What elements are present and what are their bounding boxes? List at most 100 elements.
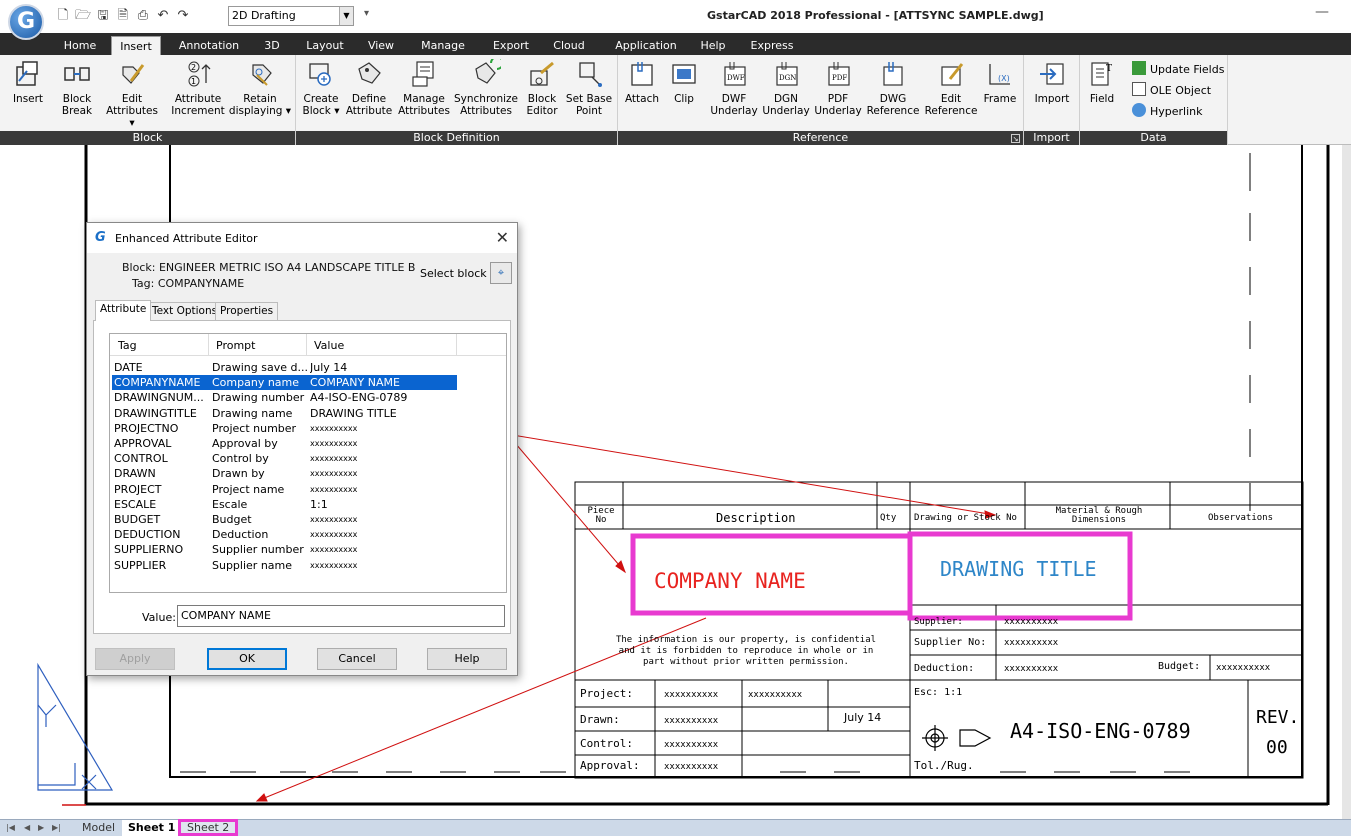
tab-insert[interactable]: Insert <box>111 36 161 55</box>
attribute-row[interactable]: PROJECT Project name xxxxxxxxxx <box>112 482 457 497</box>
retain-displaying-label-2: displaying <box>228 105 283 117</box>
tab-help[interactable]: Help <box>693 36 733 55</box>
apply-button[interactable]: Apply <box>95 648 175 670</box>
column-separator[interactable] <box>306 334 307 355</box>
prev-sheet-icon[interactable]: ◀ <box>24 823 30 832</box>
import-group: Import Import <box>1024 55 1080 145</box>
tag-name-label: Tag: COMPANYNAME <box>132 277 245 290</box>
tab-view[interactable]: View <box>362 36 400 55</box>
synchronize-attributes-label-1: Synchronize <box>453 93 518 105</box>
new-file-icon[interactable]: 🗋 <box>55 8 71 24</box>
tab-home[interactable]: Home <box>58 36 102 55</box>
sheet-tab-sheet-2[interactable]: Sheet 2 <box>178 819 239 836</box>
attribute-row[interactable]: DEDUCTION Deduction xxxxxxxxxx <box>112 527 457 542</box>
tab-application[interactable]: Application <box>607 36 685 55</box>
dwg-reference-button[interactable]: DWG Reference <box>864 59 922 117</box>
attribute-row[interactable]: DRAWINGTITLE Drawing name DRAWING TITLE <box>112 406 457 421</box>
tab-text-options[interactable]: Text Options <box>147 302 223 320</box>
attribute-row[interactable]: CONTROL Control by xxxxxxxxxx <box>112 451 457 466</box>
close-icon[interactable]: ✕ <box>496 228 509 247</box>
attribute-row[interactable]: BUDGET Budget xxxxxxxxxx <box>112 512 457 527</box>
redo-icon[interactable]: ↷ <box>175 8 191 24</box>
retain-displaying-button[interactable]: Retain displaying ▾ <box>228 59 292 117</box>
attribute-row[interactable]: SUPPLIERNO Supplier number xxxxxxxxxx <box>112 542 457 557</box>
attribute-row[interactable]: PROJECTNO Project number xxxxxxxxxx <box>112 421 457 436</box>
attribute-prompt-cell: Drawing name <box>212 406 293 420</box>
tab-cloud[interactable]: Cloud <box>547 36 591 55</box>
customize-toolbar-icon[interactable]: ▾ <box>364 8 369 19</box>
minimize-icon[interactable]: — <box>1315 4 1329 20</box>
first-sheet-icon[interactable]: |◀ <box>6 823 15 832</box>
import-button[interactable]: Import <box>1028 59 1076 105</box>
block-break-button[interactable]: Block Break <box>52 59 102 117</box>
dgn-underlay-button[interactable]: DGN DGN Underlay <box>760 59 812 117</box>
workspace-select[interactable]: 2D Drafting ▼ <box>228 6 354 26</box>
app-logo-icon[interactable]: G <box>8 4 44 40</box>
attribute-row[interactable]: COMPANYNAME Company name COMPANY NAME <box>112 375 457 391</box>
undo-icon[interactable]: ↶ <box>155 8 171 24</box>
cancel-button[interactable]: Cancel <box>317 648 397 670</box>
vertical-scrollbar[interactable] <box>1342 145 1351 819</box>
tb-tol: Tol./Rug. <box>914 759 974 772</box>
attribute-row[interactable]: SUPPLIER Supplier name xxxxxxxxxx <box>112 558 457 573</box>
create-block-button[interactable]: Create Block ▾ <box>300 59 342 117</box>
next-sheet-icon[interactable]: ▶ <box>38 823 44 832</box>
edit-attributes-button[interactable]: Edit Attributes ▾ <box>103 59 161 129</box>
set-base-point-icon <box>579 62 602 87</box>
print-icon[interactable]: ⎙ <box>135 8 151 24</box>
sheet-tab-model[interactable]: Model <box>76 820 121 836</box>
attribute-row[interactable]: APPROVAL Approval by xxxxxxxxxx <box>112 436 457 451</box>
attribute-row[interactable]: ESCALE Escale 1:1 <box>112 497 457 512</box>
edit-reference-button[interactable]: Edit Reference <box>922 59 980 117</box>
frame-button[interactable]: (X) Frame <box>980 59 1020 105</box>
manage-attributes-button[interactable]: Manage Attributes <box>396 59 452 117</box>
column-value[interactable]: Value <box>314 339 344 352</box>
tab-attribute[interactable]: Attribute <box>95 300 152 321</box>
pdf-underlay-button[interactable]: PDF PDF Underlay <box>812 59 864 117</box>
attribute-increment-button[interactable]: 21 Attribute Increment <box>168 59 228 117</box>
dialog-title-bar[interactable]: G Enhanced Attribute Editor ✕ <box>87 223 517 253</box>
svg-text:PDF: PDF <box>832 74 847 82</box>
tab-layout[interactable]: Layout <box>302 36 348 55</box>
column-tag[interactable]: Tag <box>118 339 137 352</box>
tab-3d[interactable]: 3D <box>257 36 287 55</box>
tab-express[interactable]: Express <box>744 36 800 55</box>
attribute-row[interactable]: DATE Drawing save d... July 14 <box>112 360 457 375</box>
attribute-row[interactable]: DRAWN Drawn by xxxxxxxxxx <box>112 466 457 481</box>
save-icon[interactable]: 🖫 <box>95 8 111 24</box>
save-as-icon[interactable]: 🗎 <box>115 8 131 24</box>
frame-label: Frame <box>983 93 1017 105</box>
tab-annotation[interactable]: Annotation <box>172 36 246 55</box>
value-input[interactable]: COMPANY NAME <box>177 605 505 627</box>
sheet-tab-sheet-1[interactable]: Sheet 1 <box>122 820 182 836</box>
attribute-list[interactable]: Tag Prompt Value DATE Drawing save d... Ju… <box>109 333 507 593</box>
last-sheet-icon[interactable]: ▶| <box>52 823 61 832</box>
clip-button[interactable]: Clip <box>666 59 702 105</box>
select-block-button[interactable]: ⌖ <box>490 262 512 284</box>
open-folder-icon[interactable]: 🗁 <box>75 8 91 24</box>
attach-label: Attach <box>624 93 660 105</box>
update-fields-button[interactable]: Update Fields <box>1132 61 1224 79</box>
column-prompt[interactable]: Prompt <box>216 339 255 352</box>
attach-button[interactable]: Attach <box>622 59 662 105</box>
column-separator[interactable] <box>456 334 457 355</box>
block-editor-button[interactable]: Block Editor <box>522 59 562 117</box>
column-separator[interactable] <box>208 334 209 355</box>
ok-button[interactable]: OK <box>207 648 287 670</box>
set-base-point-button[interactable]: Set Base Point <box>562 59 616 117</box>
dwf-underlay-button[interactable]: DWF DWF Underlay <box>708 59 760 117</box>
field-button[interactable]: T Field <box>1084 59 1120 105</box>
tab-export[interactable]: Export <box>486 36 536 55</box>
attribute-row[interactable]: DRAWINGNUM... Drawing number A4-ISO-ENG-07… <box>112 390 457 405</box>
attribute-value-cell: July 14 <box>310 361 348 374</box>
define-attribute-button[interactable]: Define Attribute <box>342 59 396 117</box>
tab-properties[interactable]: Properties <box>215 302 279 320</box>
chevron-down-icon[interactable]: ▼ <box>339 7 353 25</box>
insert-button[interactable]: Insert <box>8 59 48 105</box>
help-button[interactable]: Help <box>427 648 507 670</box>
reference-dialog-launcher-icon[interactable]: ↘ <box>1011 134 1020 143</box>
tab-manage[interactable]: Manage <box>415 36 471 55</box>
hyperlink-button[interactable]: Hyperlink <box>1132 103 1203 121</box>
ole-object-button[interactable]: OLE Object <box>1132 82 1211 100</box>
synchronize-attributes-button[interactable]: Synchronize Attributes <box>452 59 520 117</box>
